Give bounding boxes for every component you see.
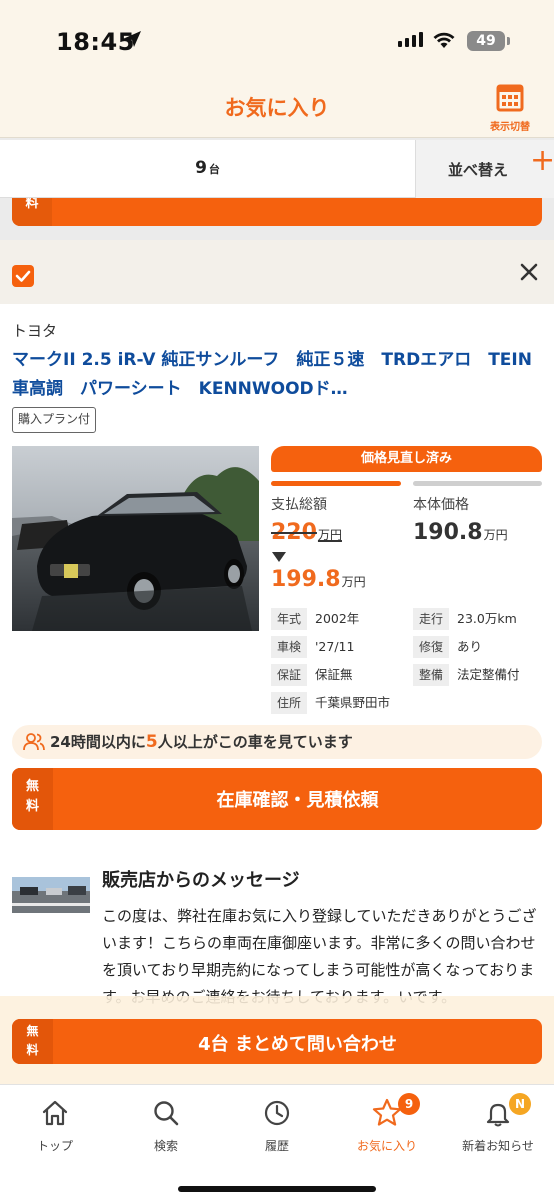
location-arrow-icon — [125, 31, 141, 47]
home-indicator — [178, 1186, 376, 1192]
views-notice: 24時間以内に5人以上がこの車を見ています — [12, 725, 542, 759]
favorite-car-card: トヨタ マークII 2.5 iR-V 純正サンルーフ 純正５速 TRDエアロ T… — [0, 240, 554, 1100]
favorite-count: 9台 — [0, 158, 415, 178]
stock-inquiry-button[interactable]: 無料 在庫確認・見積依頼 — [12, 768, 542, 830]
plus-icon: + — [530, 143, 554, 178]
tab-search-label: 検索 — [153, 1139, 178, 1153]
total-price-label: 支払総額 — [271, 497, 327, 513]
dealer-message-body: この度は、弊社在庫お気に入り登録していただきありがとうございます！こちらの車両在… — [102, 907, 537, 1006]
car-photo[interactable] — [12, 446, 259, 631]
new-notice-badge: N — [509, 1093, 531, 1115]
tab-notifications[interactable]: N 新着お知らせ — [443, 1093, 553, 1154]
battery-icon: 49 — [467, 31, 505, 51]
body-price-label: 本体価格 — [413, 497, 469, 513]
sort-button[interactable]: 並べ替え + — [415, 140, 554, 198]
list-toolbar: 9台 並べ替え + — [0, 140, 554, 198]
bulk-inquiry-button[interactable]: 無料 4台 まとめて問い合わせ — [12, 1019, 542, 1064]
car-photo-image — [12, 446, 259, 631]
old-total-price: 220万円 — [271, 520, 342, 545]
price-revised-badge: 価格見直し済み — [271, 446, 542, 472]
tab-favorites-label: お気に入り — [356, 1139, 417, 1153]
wifi-icon — [433, 32, 455, 48]
free-tag: 料 — [12, 198, 52, 226]
tab-favorites[interactable]: 9 お気に入り — [332, 1093, 442, 1154]
tab-history-label: 履歴 — [264, 1139, 289, 1153]
free-tag: 無料 — [12, 1019, 53, 1064]
search-icon — [154, 1101, 179, 1126]
cellular-signal-icon — [398, 32, 423, 47]
grid-calendar-icon — [496, 84, 524, 112]
favorites-count-badge: 9 — [398, 1093, 420, 1115]
status-bar: 18:45 49 — [0, 0, 554, 78]
nav-bar: お気に入り 表示切替 — [0, 78, 554, 138]
favorite-count-unit: 台 — [208, 163, 220, 176]
views-count: 5 — [145, 732, 158, 752]
tab-history[interactable]: 履歴 — [222, 1093, 332, 1154]
car-maker: トヨタ — [12, 322, 58, 340]
body-price-tab-indicator — [413, 481, 542, 486]
body-price: 190.8万円 — [413, 520, 508, 545]
check-icon — [15, 270, 31, 282]
tab-top-label: トップ — [36, 1139, 73, 1153]
views-text: 24時間以内に5人以上がこの車を見ています — [50, 732, 353, 752]
select-checkbox[interactable] — [12, 265, 34, 287]
tab-notifications-label: 新着お知らせ — [462, 1139, 534, 1153]
dealer-thumbnail — [12, 877, 90, 913]
battery-tip — [507, 37, 510, 45]
car-title-link[interactable]: マークII 2.5 iR-V 純正サンルーフ 純正５速 TRDエアロ TEIN車… — [12, 346, 544, 404]
stock-inquiry-label: 在庫確認・見積依頼 — [216, 790, 379, 811]
price-tabs — [271, 481, 542, 486]
page-title: お気に入り — [224, 96, 330, 120]
previous-card-cta[interactable]: 料 — [12, 198, 542, 226]
bulk-inquiry-label: 4台 まとめて問い合わせ — [198, 1034, 397, 1055]
tab-search[interactable]: 検索 — [111, 1093, 221, 1154]
close-icon — [520, 263, 538, 281]
price-down-icon — [272, 552, 286, 562]
clock-icon — [264, 1100, 290, 1126]
new-total-price: 199.8万円 — [271, 567, 366, 592]
dealer-message-title: 販売店からのメッセージ — [102, 870, 300, 891]
people-icon — [23, 733, 45, 751]
total-price-tab-indicator — [271, 481, 401, 486]
tab-top[interactable]: トップ — [0, 1093, 110, 1154]
bottom-tab-bar: トップ 検索 履歴 9 お気に入り N 新着お知らせ — [0, 1084, 554, 1200]
favorite-count-number: 9 — [195, 158, 207, 178]
view-toggle-label: 表示切替 — [490, 122, 530, 133]
home-icon — [42, 1100, 68, 1126]
view-toggle-button[interactable]: 表示切替 — [484, 84, 536, 133]
sort-label: 並べ替え — [448, 161, 509, 179]
remove-favorite-button[interactable] — [517, 260, 541, 289]
card-header — [0, 240, 554, 304]
purchase-plan-badge: 購入プラン付 — [12, 407, 97, 433]
free-tag: 無料 — [12, 768, 53, 830]
